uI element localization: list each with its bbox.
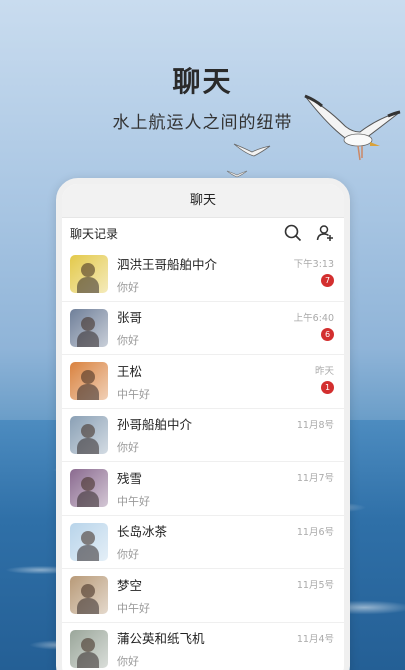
last-message: 你好: [117, 655, 139, 669]
message-time: 11月4号: [296, 633, 334, 645]
chat-list-item[interactable]: 孙哥船舶中介 你好 11月8号: [62, 409, 344, 462]
message-time: 11月8号: [296, 419, 334, 431]
chat-list: 泗洪王哥船舶中介 你好 下午3:13 7 张哥 你好 上午6:40 6 王松中午好 …: [62, 248, 344, 670]
chat-list-item[interactable]: 残雪 中午好 11月7号: [62, 462, 344, 516]
avatar: [70, 255, 108, 294]
message-time: 下午3:13: [293, 259, 334, 270]
last-message: 中午好: [117, 494, 150, 508]
seagull-large-illustration: [304, 94, 401, 161]
chat-list-item[interactable]: 梦空 中午好 11月5号: [62, 569, 344, 623]
last-message: 你好: [117, 441, 139, 455]
last-message: 你好: [117, 280, 139, 294]
last-message: 你好: [117, 548, 139, 562]
chat-list-item[interactable]: 张哥 你好 上午6:40 6: [62, 302, 344, 355]
search-icon[interactable]: [284, 224, 302, 242]
chat-toolbar: 聊天记录: [62, 218, 344, 248]
last-message: 中午好: [117, 387, 150, 401]
message-time: 11月6号: [296, 526, 334, 538]
message-time: 11月7号: [296, 473, 334, 484]
message-time: 11月5号: [296, 580, 334, 591]
last-message: 你好: [117, 334, 139, 348]
unread-badge: 7: [321, 274, 334, 287]
avatar: [70, 362, 108, 401]
chat-history-label: 聊天记录: [70, 226, 119, 241]
avatar: [70, 629, 108, 668]
window-title: 聊天: [62, 184, 344, 218]
unread-badge: 1: [321, 381, 334, 394]
avatar: [70, 522, 108, 561]
phone-mockup: 聊天 聊天记录 泗洪王哥船舶中介 你好 下午3:13 7 张哥 你好 上午6:40 …: [56, 178, 350, 670]
message-time: 上午6:40: [293, 312, 334, 324]
chat-list-item[interactable]: 泗洪王哥船舶中介 你好 下午3:13 7: [62, 248, 344, 302]
contact-name: 王松: [117, 363, 143, 379]
add-contact-icon[interactable]: [316, 224, 334, 242]
avatar: [70, 308, 108, 347]
chat-list-item[interactable]: 王松中午好 昨天 1: [62, 355, 344, 409]
message-time: 昨天: [314, 366, 334, 377]
avatar: [70, 469, 108, 508]
seagull-small-illustration: [233, 143, 271, 157]
chat-list-item[interactable]: 长岛冰茶 你好 11月6号: [62, 516, 344, 569]
chat-list-item[interactable]: 蒲公英和纸飞机 你好 11月4号: [62, 623, 344, 670]
seagull-tiny-illustration: [226, 170, 248, 178]
last-message: 中午好: [117, 601, 150, 615]
avatar: [70, 415, 108, 454]
avatar: [70, 576, 108, 615]
unread-badge: 6: [321, 327, 334, 341]
